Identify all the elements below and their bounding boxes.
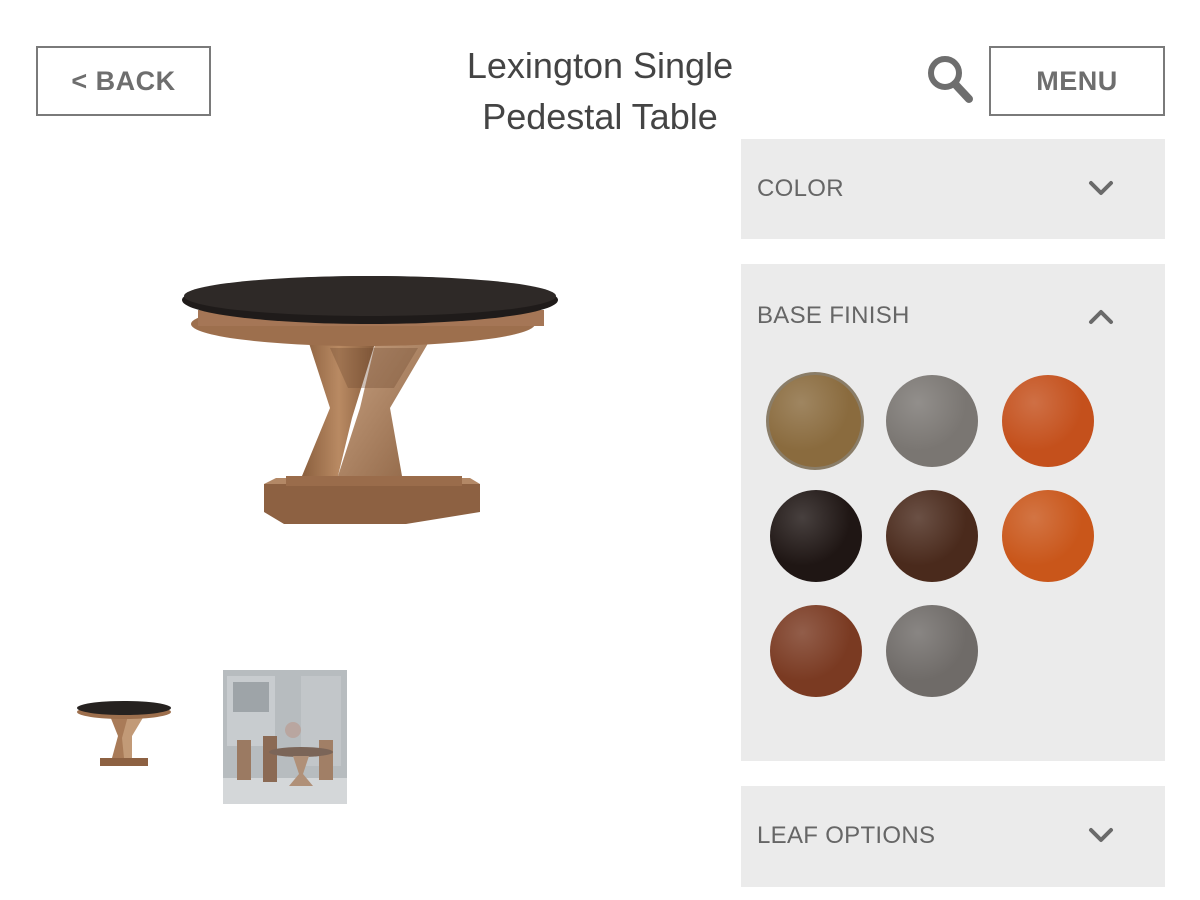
finish-swatch[interactable]: [886, 375, 978, 467]
option-leaf-options-label: LEAF OPTIONS: [757, 822, 936, 849]
option-color-label: COLOR: [757, 175, 844, 202]
finish-swatch[interactable]: [1002, 375, 1094, 467]
thumbnail-room-scene[interactable]: [223, 670, 347, 804]
finish-swatch[interactable]: [770, 605, 862, 697]
option-color-header[interactable]: COLOR: [741, 139, 1165, 239]
finish-swatch[interactable]: [1002, 490, 1094, 582]
menu-button[interactable]: MENU: [989, 46, 1165, 116]
page-title-line-2: Pedestal Table: [482, 96, 718, 137]
search-icon[interactable]: [926, 54, 974, 104]
option-base-finish-panel: BASE FINISH: [741, 264, 1165, 761]
option-base-finish-header[interactable]: BASE FINISH: [741, 264, 1165, 364]
option-base-finish-label: BASE FINISH: [757, 302, 910, 329]
back-button[interactable]: < BACK: [36, 46, 211, 116]
page-title-line-1: Lexington Single: [466, 45, 734, 86]
chevron-down-icon: [1089, 181, 1113, 195]
option-leaf-options-header[interactable]: LEAF OPTIONS: [741, 786, 1165, 886]
page-title: Lexington Single Pedestal Table: [400, 40, 800, 142]
finish-swatch[interactable]: [886, 490, 978, 582]
option-leaf-options-panel: LEAF OPTIONS: [741, 786, 1165, 887]
option-color-panel: COLOR: [741, 139, 1165, 239]
finish-swatch[interactable]: [769, 375, 861, 467]
product-image: [182, 276, 558, 524]
thumbnail-product[interactable]: [70, 690, 178, 780]
finish-swatch[interactable]: [770, 490, 862, 582]
chevron-down-icon: [1089, 828, 1113, 842]
chevron-up-icon: [1089, 310, 1113, 324]
finish-swatch[interactable]: [886, 605, 978, 697]
